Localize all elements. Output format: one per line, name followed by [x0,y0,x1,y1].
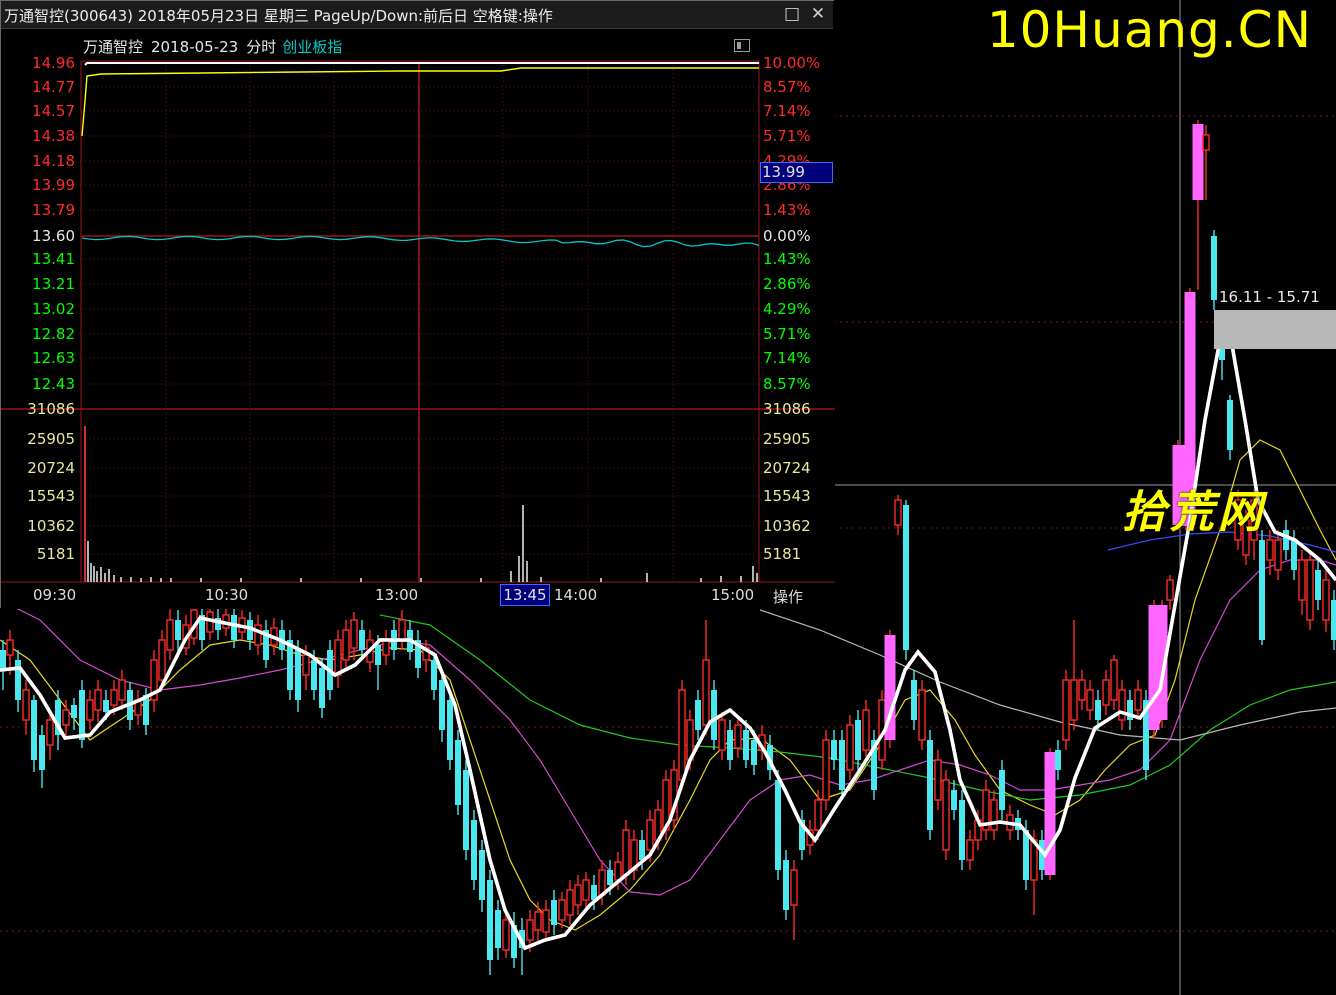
index-link[interactable]: 创业板指 [282,38,342,56]
price-axis-label: 12.43 [32,375,75,393]
pct-axis-label: 7.14% [763,349,811,367]
operate-button[interactable]: 操作 [773,586,803,607]
candle [903,500,909,660]
volume-axis-label-left: 10362 [27,517,75,535]
candle [927,730,933,840]
price-axis-label: 13.41 [32,250,75,268]
time-axis-label: 10:30 [205,586,249,604]
candle [1259,530,1265,645]
title-bar[interactable]: 万通智控(300643) 2018年05月23日 星期三 PageUp/Down… [1,1,833,29]
pct-axis-label: 4.29% [763,300,811,318]
pct-axis-label: 7.14% [763,102,811,120]
pct-axis-label: 2.86% [763,275,811,293]
pct-axis-label: 10.00% [763,54,821,72]
price-axis-label: 13.02 [32,300,75,318]
candle [463,760,469,860]
price-axis-label: 13.21 [32,275,75,293]
price-axis-label: 13.99 [32,176,75,194]
time-axis-label: 13:00 [375,586,419,604]
price-axis-label: 14.38 [32,127,75,145]
pct-axis-label: 8.57% [763,78,811,96]
site-watermark: 10Huang.CN [986,1,1312,59]
candle [471,810,477,890]
site-stamp: 拾荒网 [1122,487,1266,538]
volume-axis-label-left: 20724 [27,459,75,477]
candle [822,730,830,810]
price-axis-label: 14.18 [32,152,75,170]
candle [942,770,950,860]
panel-toggle-icon[interactable] [734,39,750,52]
candle [839,730,845,800]
intraday-chart[interactable] [1,1,835,609]
intraday-background [1,1,835,609]
price-axis-label: 14.96 [32,54,75,72]
time-axis-label: 09:30 [33,586,77,604]
candle [1143,690,1149,780]
volume-axis-label-right: 10362 [763,517,811,535]
price-axis-label: 13.79 [32,201,75,219]
time-axis-label: 14:00 [554,586,598,604]
pct-axis-label: 5.71% [763,325,811,343]
candle [711,680,717,750]
volume-axis-label-right: 15543 [763,487,811,505]
price-axis-label: 12.63 [32,349,75,367]
price-axis-label: 12.82 [32,325,75,343]
cursor-price-label: 13.99 [760,162,833,183]
restore-icon[interactable]: □ [781,3,803,25]
candle [959,790,965,870]
candle [846,715,854,780]
chart-date: 2018-05-23 [151,38,239,56]
stock-name: 万通智控 [83,38,144,56]
candle [287,630,293,700]
candle [918,680,926,750]
price-axis-label: 14.77 [32,78,75,96]
price-range-box [1214,310,1336,349]
candle [455,730,461,815]
volume-axis-label-right: 20724 [763,459,811,477]
volume-axis-label-left: 25905 [27,430,75,448]
cursor-time-label: 13:45 [500,584,550,606]
pct-axis-label: 1.43% [763,250,811,268]
volume-axis-label-right: 5181 [763,545,802,563]
volume-axis-label-right: 25905 [763,430,811,448]
close-icon[interactable]: ✕ [807,3,829,25]
candle [1044,748,1056,880]
price-range-label: 16.11 - 15.71 [1219,288,1320,306]
pct-axis-label: 0.00% [763,227,811,245]
chart-mode: 分时 [246,38,277,56]
candle [871,730,877,800]
pct-axis-label: 5.71% [763,127,811,145]
window-title: 万通智控(300643) 2018年05月23日 星期三 PageUp/Down… [4,7,553,25]
chart-header: 万通智控 2018-05-23 分时 创业板指 [83,36,342,57]
candle [783,850,789,920]
pct-axis-label: 1.43% [763,201,811,219]
intraday-window[interactable]: 万通智控(300643) 2018年05月23日 星期三 PageUp/Down… [0,0,835,609]
price-axis-label: 13.60 [32,227,75,245]
candle [1306,550,1314,630]
candle [775,770,781,880]
volume-axis-label-left: 5181 [36,545,75,563]
candle [1062,670,1070,750]
time-axis-label: 15:00 [711,586,755,604]
volume-axis-label-right: 31086 [763,400,811,418]
pct-axis-label: 8.57% [763,375,811,393]
price-axis-label: 14.57 [32,102,75,120]
candle [1211,230,1217,310]
candle [487,870,493,975]
volume-axis-label-left: 31086 [27,400,75,418]
volume-axis-label-left: 15543 [27,487,75,505]
